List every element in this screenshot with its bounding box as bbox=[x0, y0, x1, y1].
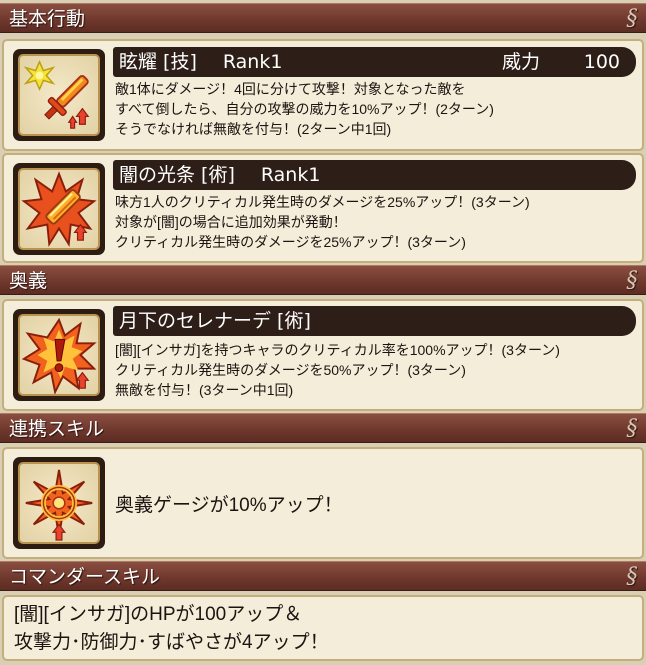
skill-card-1[interactable]: 眩耀 [技] Rank1 威力 100 敵1体にダメージ！4回に分けて攻撃！対象と… bbox=[2, 39, 644, 151]
flame-sword-icon bbox=[21, 171, 97, 248]
renkei-card[interactable]: 奥義ゲージが10%アップ！ bbox=[2, 447, 644, 559]
description-line: 味方1人のクリティカル発生時のダメージを25%アップ！(3ターン) bbox=[115, 194, 530, 210]
ougi-card[interactable]: 月下のセレナーデ [術] [闇][インサガ]を持つキャラのクリティカル率を100… bbox=[2, 299, 644, 411]
description-line: 攻撃力･防御力･すばやさが4アップ！ bbox=[14, 632, 329, 653]
curl-ornament-icon: § bbox=[626, 6, 638, 31]
skill-title-bar: 眩耀 [技] Rank1 威力 100 bbox=[113, 47, 636, 77]
description-line: 無敵を付与！(3ターン中1回) bbox=[115, 382, 294, 398]
ougi-name: 月下のセレナーデ [術] bbox=[119, 310, 311, 332]
ougi-title-bar: 月下のセレナーデ [術] bbox=[113, 306, 636, 336]
section-title: 連携スキル bbox=[9, 418, 105, 440]
curl-ornament-icon: § bbox=[626, 268, 638, 293]
renkei-text: 奥義ゲージが10%アップ！ bbox=[115, 495, 343, 516]
description-line: すべて倒したら、自分の攻撃の威力を10%アップ！(2ターン) bbox=[115, 101, 494, 117]
description-line: クリティカル発生時のダメージを25%アップ！(3ターン) bbox=[115, 234, 466, 250]
skill-title-bar: 闇の光条 [術] Rank1 bbox=[113, 160, 636, 190]
commander-card[interactable]: [闇][インサガ]のHPが100アップ＆ 攻撃力･防御力･すばやさが4アップ！ bbox=[2, 595, 644, 661]
skill-description: 味方1人のクリティカル発生時のダメージを25%アップ！(3ターン) 対象が[闇]… bbox=[115, 192, 634, 252]
power-label: 威力 bbox=[502, 51, 541, 73]
skill-name: 眩耀 [技] bbox=[119, 51, 197, 73]
section-header-renkei: 連携スキル § bbox=[0, 413, 646, 443]
description-line: そうでなければ無敵を付与！(2ターン中1回) bbox=[115, 121, 392, 137]
power-value: 100 bbox=[583, 51, 620, 73]
section-title: 奥義 bbox=[9, 270, 48, 292]
section-title: 基本行動 bbox=[9, 8, 86, 30]
description-line: [闇][インサガ]を持つキャラのクリティカル率を100%アップ！(3ターン) bbox=[115, 342, 560, 358]
description-line: 敵1体にダメージ！4回に分けて攻撃！対象となった敵を bbox=[115, 81, 466, 97]
skill-description: 敵1体にダメージ！4回に分けて攻撃！対象となった敵を すべて倒したら、自分の攻撃… bbox=[115, 79, 634, 139]
commander-description: [闇][インサガ]のHPが100アップ＆ 攻撃力･防御力･すばやさが4アップ！ bbox=[14, 601, 329, 657]
skill-icon-frame bbox=[13, 457, 105, 549]
skill-rank: Rank1 bbox=[222, 51, 283, 73]
description-line: [闇][インサガ]のHPが100アップ＆ bbox=[14, 604, 303, 625]
section-header-basic: 基本行動 § bbox=[0, 3, 646, 33]
sword-burst-icon bbox=[23, 60, 90, 129]
section-header-ougi: 奥義 § bbox=[0, 265, 646, 295]
skill-card-2[interactable]: 闇の光条 [術] Rank1 味方1人のクリティカル発生時のダメージを25%アップ… bbox=[2, 153, 644, 263]
compass-star-icon bbox=[25, 469, 93, 541]
section-header-commander: コマンダースキル § bbox=[0, 561, 646, 591]
curl-ornament-icon: § bbox=[626, 564, 638, 589]
section-title: コマンダースキル bbox=[9, 566, 161, 588]
skill-name: 闇の光条 [術] bbox=[119, 164, 235, 186]
skill-icon-frame bbox=[13, 163, 105, 255]
exclamation-burst-icon bbox=[21, 317, 97, 394]
description-line: 対象が[闇]の場合に追加効果が発動！ bbox=[115, 214, 347, 230]
skill-rank: Rank1 bbox=[260, 164, 321, 186]
description-line: クリティカル発生時のダメージを50%アップ！(3ターン) bbox=[115, 362, 466, 378]
skill-icon-frame bbox=[13, 309, 105, 401]
ougi-description: [闇][インサガ]を持つキャラのクリティカル率を100%アップ！(3ターン) ク… bbox=[115, 340, 634, 400]
curl-ornament-icon: § bbox=[626, 416, 638, 441]
skill-icon-frame bbox=[13, 49, 105, 141]
